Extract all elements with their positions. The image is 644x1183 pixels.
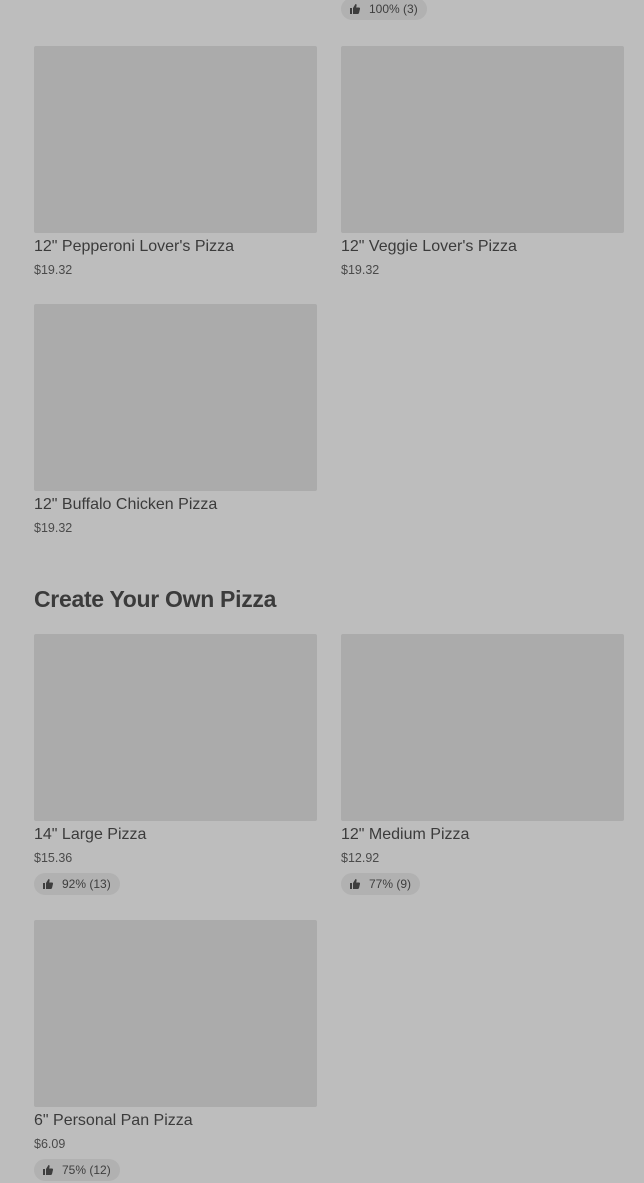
rating-text: 75% (12) xyxy=(62,1163,111,1177)
rating-text: 77% (9) xyxy=(369,877,412,891)
menu-item-card[interactable]: 12" Pepperoni Lover's Pizza $19.32 xyxy=(34,46,317,286)
rating-badge: 92% (13) xyxy=(34,873,120,895)
item-name: 12" Veggie Lover's Pizza xyxy=(341,238,517,255)
item-price: $15.36 xyxy=(34,851,73,865)
item-price: $6.09 xyxy=(34,1137,66,1151)
menu-item-card[interactable]: 14" Large Pizza $15.36 92% (13) xyxy=(34,634,317,898)
item-price: $19.32 xyxy=(34,521,73,535)
thumbs-up-icon xyxy=(42,878,54,890)
thumbs-up-icon xyxy=(349,878,361,890)
item-name: 6" Personal Pan Pizza xyxy=(34,1112,193,1129)
item-image xyxy=(34,46,317,233)
item-image xyxy=(34,304,317,491)
item-image xyxy=(34,920,317,1107)
rating-badge: 75% (12) xyxy=(34,1159,120,1181)
item-price: $12.92 xyxy=(341,851,380,865)
rating-badge: 100% (3) xyxy=(341,0,427,20)
item-price: $19.32 xyxy=(341,263,380,277)
item-image xyxy=(341,46,624,233)
menu-item-card[interactable]: 12" Buffalo Chicken Pizza $19.32 xyxy=(34,304,317,544)
item-name: 12" Pepperoni Lover's Pizza xyxy=(34,238,234,255)
item-name: 12" Medium Pizza xyxy=(341,826,470,843)
item-image xyxy=(34,634,317,821)
thumbs-up-icon xyxy=(42,1164,54,1176)
rating-text: 92% (13) xyxy=(62,877,111,891)
item-price: $19.32 xyxy=(34,263,73,277)
rating-text: 100% (3) xyxy=(369,2,418,16)
item-name: 12" Buffalo Chicken Pizza xyxy=(34,496,218,513)
item-name: 14" Large Pizza xyxy=(34,826,147,843)
menu-item-card[interactable]: 12" Veggie Lover's Pizza $19.32 xyxy=(341,46,624,286)
item-image xyxy=(341,634,624,821)
section-title: Create Your Own Pizza xyxy=(34,586,277,612)
menu-item-card[interactable]: 6" Personal Pan Pizza $6.09 75% (12) xyxy=(34,920,317,1183)
rating-badge: 77% (9) xyxy=(341,873,421,895)
thumbs-up-icon xyxy=(349,3,361,15)
menu-item-card[interactable]: 12" Medium Pizza $12.92 77% (9) xyxy=(341,634,624,898)
